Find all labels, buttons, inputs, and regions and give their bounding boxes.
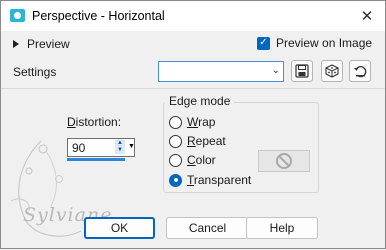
edge-mode-title: Edge mode — [165, 94, 235, 108]
chevron-down-icon: ⌄ — [271, 65, 280, 76]
save-preset-button[interactable] — [291, 60, 313, 82]
randomize-button[interactable] — [321, 60, 343, 82]
reset-button[interactable] — [349, 60, 371, 82]
radio-label: Transparent — [187, 173, 252, 187]
help-button[interactable]: Help — [246, 217, 318, 239]
dice-icon — [325, 64, 339, 78]
distortion-value[interactable]: 90 — [72, 141, 85, 155]
divider — [1, 88, 385, 89]
edge-color-swatch[interactable] — [258, 150, 310, 172]
radio-repeat[interactable]: Repeat — [169, 134, 226, 148]
settings-dropdown[interactable]: ⌄ — [158, 61, 284, 82]
preview-label: Preview — [27, 37, 70, 51]
radio-button-selected-icon[interactable] — [169, 173, 182, 187]
close-icon: ✕ — [360, 8, 374, 25]
reset-icon — [354, 66, 367, 78]
preview-on-image-label: Preview on Image — [276, 36, 373, 50]
radio-label: Wrap — [187, 115, 216, 129]
perspective-dialog: Perspective - Horizontal ✕ Preview ✓ Pre… — [0, 0, 386, 249]
radio-button-icon[interactable] — [169, 134, 182, 148]
radio-transparent[interactable]: Transparent — [169, 173, 251, 187]
spin-up-icon[interactable]: ▲ — [115, 140, 125, 147]
window-title: Perspective - Horizontal — [32, 9, 165, 23]
preview-expander[interactable]: Preview — [13, 37, 70, 51]
spin-buttons[interactable]: ▲ ▼ — [115, 140, 125, 155]
radio-label: Repeat — [187, 134, 226, 148]
distortion-spinbox[interactable]: 90 ▲ ▼ ▼ — [67, 138, 135, 157]
title-bar[interactable]: Perspective - Horizontal ✕ — [1, 1, 385, 31]
radio-wrap[interactable]: Wrap — [169, 115, 215, 129]
distortion-label: Distortion: — [67, 115, 122, 129]
radio-button-icon[interactable] — [169, 153, 182, 167]
cancel-button[interactable]: Cancel — [166, 217, 249, 239]
radio-button-icon[interactable] — [169, 115, 182, 129]
settings-label: Settings — [13, 65, 57, 79]
slider-dropdown-icon[interactable]: ▼ — [128, 143, 135, 150]
radio-color[interactable]: Color — [169, 153, 216, 167]
preview-on-image-checkbox[interactable]: ✓ Preview on Image — [257, 36, 372, 50]
radio-label: Color — [187, 153, 216, 167]
disabled-icon — [276, 153, 292, 169]
floppy-disk-icon — [295, 64, 309, 78]
expand-triangle-icon — [13, 40, 19, 48]
close-button[interactable]: ✕ — [349, 1, 385, 31]
ok-button[interactable]: OK — [84, 217, 155, 239]
distortion-slider-bar[interactable] — [67, 158, 125, 161]
checkmark-icon: ✓ — [257, 36, 270, 50]
spin-down-icon[interactable]: ▼ — [115, 147, 125, 154]
app-icon — [10, 9, 25, 22]
settings-row: Settings ⌄ — [1, 57, 385, 87]
preview-row: Preview ✓ Preview on Image — [1, 32, 385, 56]
